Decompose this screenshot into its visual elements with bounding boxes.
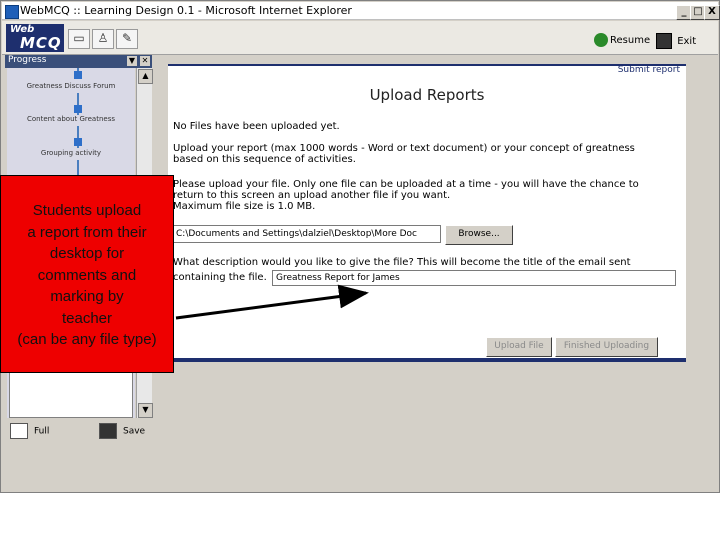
scroll-down-icon[interactable]: ▼ [138, 403, 153, 418]
window-title: WebMCQ :: Learning Design 0.1 - Microsof… [20, 4, 352, 17]
annotation-line: (can be any file type) [17, 331, 157, 348]
progress-header: Progress ▼ ✕ [5, 55, 152, 68]
exit-label: Exit [677, 36, 697, 47]
annotation-line: marking by [50, 288, 124, 305]
save-icon [99, 423, 117, 439]
person-icon[interactable]: ♙ [92, 29, 114, 49]
full-label: Full [34, 426, 50, 437]
upload-help-text: return to this screen an upload another … [173, 190, 451, 201]
file-size-note: Maximum file size is 1.0 MB. [173, 201, 316, 212]
annotation-line: comments and [37, 266, 137, 284]
finished-uploading-button[interactable]: Finished Uploading [555, 337, 658, 357]
resume-icon [594, 33, 608, 47]
dropdown-icon[interactable]: ▼ [127, 56, 137, 66]
ie-icon [5, 5, 19, 19]
resume-label: Resume [610, 35, 651, 46]
exit-button[interactable]: Exit [656, 33, 696, 49]
annotation-line: desktop for [49, 245, 125, 262]
submit-report-label: Submit report [617, 65, 680, 75]
instruction-text: Upload your report (max 1000 words - Wor… [173, 143, 635, 154]
scroll-up-icon[interactable]: ▲ [138, 69, 153, 84]
instruction-text: based on this sequence of activities. [173, 154, 356, 165]
title-bar: WebMCQ :: Learning Design 0.1 - Microsof… [2, 2, 720, 20]
description-question: containing the file. [173, 272, 267, 283]
page-title: Upload Reports [369, 86, 485, 104]
annotation-line: a report from their [27, 223, 147, 241]
close-button[interactable]: X [704, 5, 720, 20]
description-question: What description would you like to give … [173, 257, 631, 268]
annotation-text: Students upload a report from their desk… [0, 200, 174, 351]
full-icon [10, 423, 28, 439]
resume-button[interactable]: Resume [594, 33, 650, 47]
upload-file-button[interactable]: Upload File [486, 337, 552, 357]
edit-icon[interactable]: ✎ [116, 29, 138, 49]
step-item[interactable]: Content about Greatness [7, 115, 135, 123]
step-marker [74, 105, 82, 113]
panel-bottom-border [168, 358, 686, 362]
upload-status: No Files have been uploaded yet. [173, 121, 340, 132]
exit-icon [656, 33, 672, 49]
save-label: Save [123, 426, 146, 437]
file-path-input[interactable]: C:\Documents and Settings\dalziel\Deskto… [173, 225, 441, 243]
browse-button[interactable]: Browse... [445, 225, 513, 245]
description-input[interactable]: Greatness Report for James [272, 270, 676, 286]
logo-mcq-text: MCQ [20, 34, 62, 52]
app-toolbar: Web MCQ ▭ ♙ ✎ Resume Exit [2, 21, 718, 55]
save-button[interactable]: Save [99, 423, 145, 441]
step-marker [74, 71, 82, 79]
progress-title: Progress [8, 55, 47, 65]
upload-panel [168, 64, 686, 361]
step-item[interactable]: Grouping activity [7, 149, 135, 157]
folder-icon[interactable]: ▭ [68, 29, 90, 49]
step-marker [74, 138, 82, 146]
webmcq-logo: Web MCQ [6, 24, 64, 52]
submit-report-tab[interactable]: Submit report [168, 64, 686, 76]
annotation-line: Students upload [32, 202, 142, 219]
close-panel-icon[interactable]: ✕ [140, 56, 150, 66]
notes-box[interactable] [9, 370, 133, 418]
annotation-line: teacher [61, 309, 113, 327]
upload-help-text: Please upload your file. Only one file c… [173, 179, 639, 190]
full-button[interactable]: Full [10, 423, 49, 441]
step-item[interactable]: Greatness Discuss Forum [7, 82, 135, 90]
